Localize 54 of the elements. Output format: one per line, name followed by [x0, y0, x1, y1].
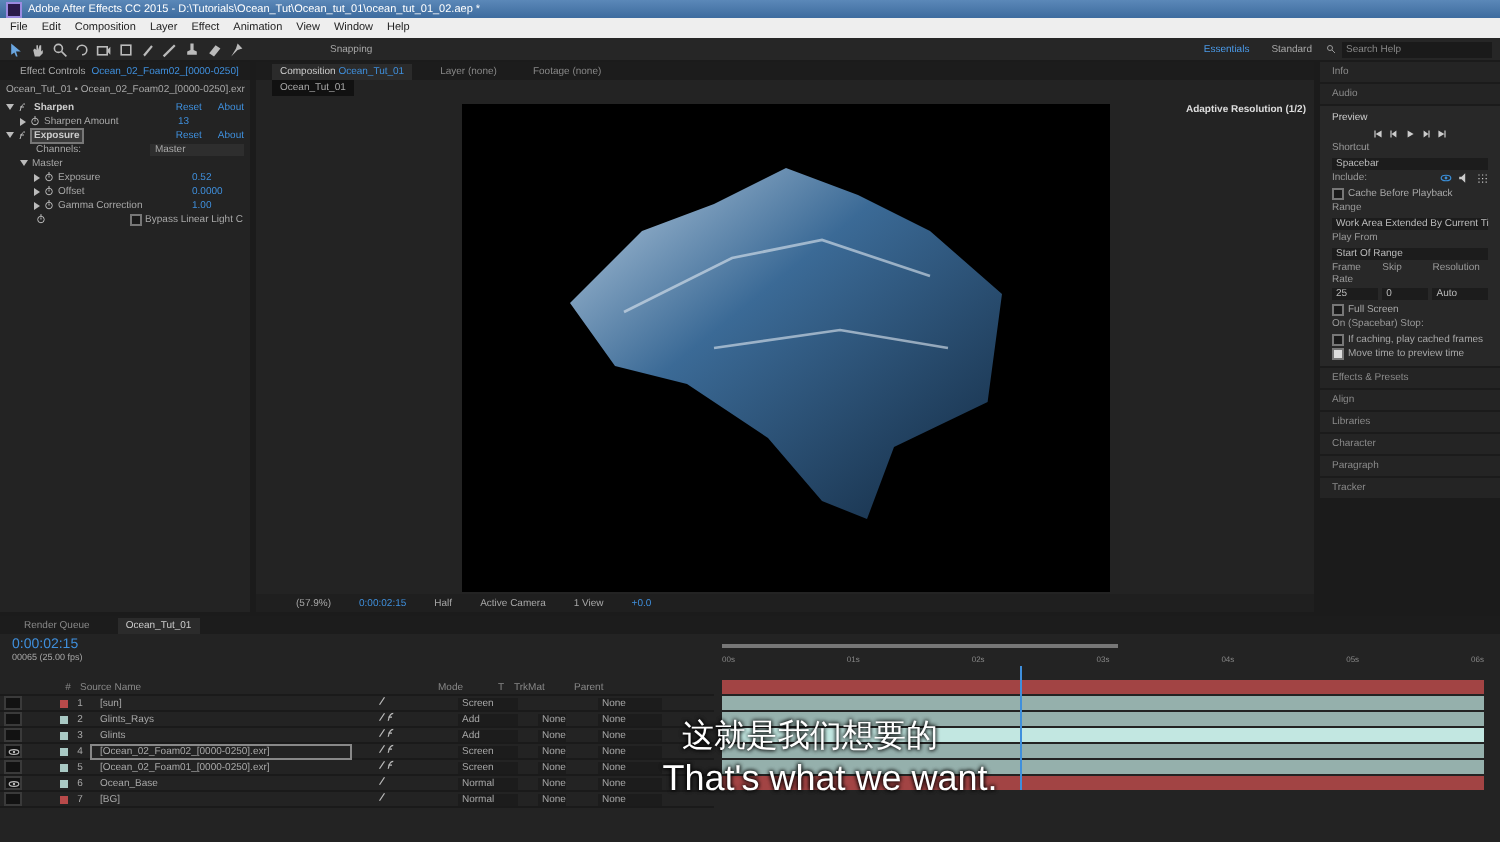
- label-color-swatch[interactable]: [60, 795, 68, 803]
- camera-icon[interactable]: [96, 41, 112, 57]
- label-color-swatch[interactable]: [60, 747, 68, 755]
- rectangle-icon[interactable]: [118, 41, 134, 57]
- label-color-swatch[interactable]: [60, 731, 68, 739]
- label-color-swatch[interactable]: [60, 715, 68, 723]
- brush-icon[interactable]: [162, 41, 178, 57]
- previous-frame-icon[interactable]: [1388, 127, 1400, 139]
- twirl-triangle-icon[interactable]: [6, 104, 14, 110]
- search-icon[interactable]: [52, 41, 68, 57]
- effect-switch-icon[interactable]: [378, 712, 396, 722]
- play-icon[interactable]: [1404, 127, 1416, 139]
- visibility-switch[interactable]: [4, 744, 22, 758]
- twirl-triangle-icon[interactable]: [34, 173, 40, 181]
- layer-bar[interactable]: [722, 695, 1484, 709]
- stopwatch-icon[interactable]: [44, 172, 54, 182]
- checkbox[interactable]: [129, 213, 142, 225]
- selection-arrow-icon[interactable]: [8, 41, 24, 57]
- effect-switch-icon[interactable]: [378, 728, 396, 738]
- stopwatch-icon[interactable]: [36, 214, 46, 224]
- stamp-icon[interactable]: [184, 41, 200, 57]
- first-frame-icon[interactable]: [1372, 127, 1384, 139]
- eye-icon[interactable]: [1440, 172, 1452, 184]
- last-frame-icon[interactable]: [1436, 127, 1448, 139]
- effect-switch-icon[interactable]: [378, 760, 396, 770]
- next-frame-icon[interactable]: [1420, 127, 1432, 139]
- hand-icon[interactable]: [30, 41, 46, 57]
- rotate-icon[interactable]: [74, 41, 90, 57]
- twirl-triangle-icon[interactable]: [34, 187, 40, 195]
- visibility-switch[interactable]: [4, 792, 22, 806]
- app-logo-icon: [6, 1, 22, 17]
- visibility-switch[interactable]: [4, 712, 22, 726]
- visibility-switch[interactable]: [4, 696, 22, 710]
- label-color-swatch[interactable]: [60, 699, 68, 707]
- twirl-triangle-icon[interactable]: [6, 132, 14, 138]
- visibility-switch[interactable]: [4, 776, 22, 790]
- stopwatch-icon[interactable]: [44, 186, 54, 196]
- label-color-swatch[interactable]: [60, 779, 68, 787]
- stopwatch-icon[interactable]: [30, 116, 40, 126]
- search-icon: [1326, 44, 1336, 54]
- checkbox[interactable]: [1332, 187, 1344, 199]
- effect-icon: [18, 130, 28, 140]
- checkbox[interactable]: [1332, 348, 1344, 360]
- label-color-swatch[interactable]: [60, 763, 68, 771]
- checkbox[interactable]: [1332, 333, 1344, 345]
- stopwatch-icon[interactable]: [44, 200, 54, 210]
- effect-switch-icon[interactable]: [378, 744, 396, 754]
- checkbox[interactable]: [1332, 303, 1344, 315]
- visibility-switch[interactable]: [4, 728, 22, 742]
- effect-icon: [18, 102, 28, 112]
- grid-icon[interactable]: [1476, 172, 1488, 184]
- twirl-triangle-icon[interactable]: [20, 160, 28, 166]
- visibility-switch[interactable]: [4, 760, 22, 774]
- twirl-triangle-icon[interactable]: [34, 201, 40, 209]
